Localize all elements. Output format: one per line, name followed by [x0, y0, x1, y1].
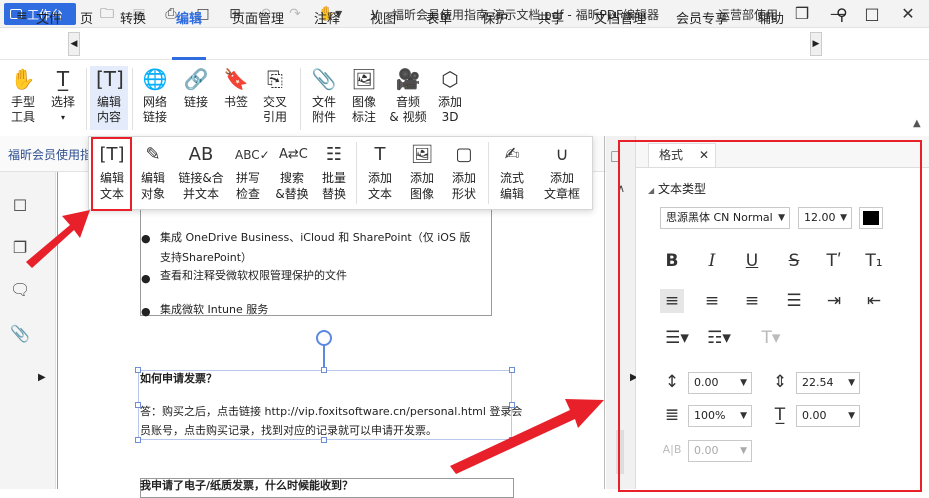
menu-assist[interactable]: 辅助 [758, 8, 784, 27]
doc-question-heading[interactable]: 我申请了电子/纸质发票，什么时候能收到？ [140, 476, 353, 496]
page-edge [57, 172, 58, 489]
menu-page-manage[interactable]: 页面管理 [232, 8, 284, 27]
audio-video-button[interactable]: 🎥 音频 & 视频 [386, 66, 430, 125]
edit-object-icon: ✎ [145, 144, 161, 165]
doc-bullet-line[interactable]: 集成 OneDrive Business、iCloud 和 SharePoint… [160, 228, 470, 248]
link-icon: 🔗 [183, 67, 209, 91]
add-3d-button[interactable]: ⬡ 添加 3D [432, 66, 468, 125]
attachments-panel-icon[interactable]: 📎 [10, 324, 30, 346]
add-text-button[interactable]: T 添加 文本 [362, 142, 398, 202]
link-merge-text-icon: AB [188, 144, 214, 165]
add-image-button[interactable]: 🖼 添加 图像 [402, 142, 442, 202]
bullet-icon: ● [141, 272, 151, 285]
menu-comment[interactable]: 注释 [314, 8, 340, 27]
resize-handle[interactable] [509, 437, 515, 443]
doc-question-heading[interactable]: 如何申请发票？ [140, 369, 217, 389]
bookmark-button[interactable]: 🔖 书签 [220, 66, 252, 110]
batch-replace-icon: ☷ [325, 144, 343, 165]
menu-share[interactable]: 共享 [538, 8, 564, 27]
resize-handle[interactable] [321, 367, 327, 373]
image-annotation-button[interactable]: 🖼 图像 标注 [346, 66, 382, 125]
web-link-icon: 🌐 [142, 67, 168, 91]
expand-panel-icon[interactable]: ▶ [38, 372, 46, 383]
select-cursor-icon: T̲ [56, 67, 70, 91]
doc-answer-line[interactable]: 员账号，点击购买记录，找到对应的记录就可以申请开发票。 [140, 421, 437, 441]
edit-object-button[interactable]: ✎ 编辑 对象 [134, 142, 172, 202]
hand-icon: ✋ [10, 67, 36, 91]
add-shape-icon: ▢ [455, 144, 473, 165]
doc-bullet-line[interactable]: 查看和注释受微软权限管理保护的文件 [160, 266, 347, 286]
popup-separator [488, 142, 489, 204]
doc-bullet-line[interactable]: 支持SharePoint） [160, 248, 252, 268]
menu-file[interactable]: 文件 [36, 8, 62, 27]
menu-scroll-right-icon[interactable]: ▶ [810, 32, 822, 56]
page-edge [604, 136, 605, 489]
bullet-icon: ● [141, 305, 151, 318]
redo-icon[interactable]: ↷ [286, 5, 304, 23]
document-tab[interactable]: 福昕会员使用指 [8, 146, 92, 163]
file-attachment-button[interactable]: 📎 文件 附件 [306, 66, 342, 125]
menu-bar [0, 28, 929, 60]
hand-tool-button[interactable]: ✋ 手型 工具 [6, 66, 40, 125]
menu-view[interactable]: 视图 [370, 8, 396, 27]
ribbon-separator [86, 68, 87, 130]
menu-form[interactable]: 表单 [426, 8, 452, 27]
add-article-box-button[interactable]: ∪ 添加 文章框 [540, 142, 584, 202]
image-annotation-icon: 🖼 [351, 67, 377, 91]
bullet-icon: ● [141, 232, 151, 245]
menu-page[interactable]: 页 [80, 8, 93, 27]
doc-answer-line[interactable]: 答：购买之后，点击链接 http://vip.foxitsoftware.cn/… [140, 402, 522, 422]
bookmark-panel-icon[interactable]: ☐ [10, 196, 30, 218]
select-button[interactable]: T̲ 选择 ▾ [46, 66, 80, 125]
pages-panel-icon[interactable]: ❐ [10, 238, 30, 260]
resize-handle[interactable] [509, 367, 515, 373]
doc-bullet-line[interactable]: 集成微软 Intune 服务 [160, 300, 268, 320]
link-button[interactable]: 🔗 链接 [180, 66, 212, 110]
restore-icon[interactable]: ❒ [790, 3, 814, 25]
batch-replace-button[interactable]: ☷ 批量 替换 [316, 142, 352, 202]
spell-check-icon: ABC✓ [235, 148, 270, 162]
audio-video-icon: 🎥 [395, 67, 421, 91]
maximize-button[interactable]: □ [860, 3, 884, 25]
add-article-box-icon: ∪ [555, 144, 569, 165]
search-replace-icon: A⇄C [279, 147, 308, 162]
add-3d-icon: ⬡ [441, 67, 459, 91]
menu-edit[interactable]: 编辑 [176, 8, 202, 27]
flow-edit-button[interactable]: ✍ 流式 编辑 [494, 142, 530, 202]
edit-content-icon: [T] [96, 67, 124, 91]
scroll-up-icon[interactable]: ▲ [913, 118, 921, 129]
search-replace-button[interactable]: A⇄C 搜索 &替换 [270, 142, 314, 202]
bookmark-icon: 🔖 [223, 67, 249, 91]
menu-member[interactable]: 会员专享 [676, 8, 728, 27]
spell-check-button[interactable]: ABC✓ 拼写 检查 [230, 142, 270, 202]
highlight-edit-text-box [91, 137, 132, 211]
comments-panel-icon[interactable]: 🗨 [10, 280, 30, 302]
popup-separator [356, 142, 357, 204]
menu-scroll-left-icon[interactable]: ◀ [68, 32, 80, 56]
menu-protect[interactable]: 保护 [482, 8, 508, 27]
cross-reference-button[interactable]: ⎘ 交叉 引用 [258, 66, 292, 125]
close-button[interactable]: ✕ [896, 3, 920, 25]
ribbon-separator [132, 68, 133, 130]
hamburger-icon[interactable]: ≡ [16, 8, 28, 24]
link-merge-text-button[interactable]: AB 链接&合 并文本 [176, 142, 226, 202]
cross-reference-icon: ⎘ [267, 67, 283, 91]
add-image-icon: 🖼 [410, 144, 434, 165]
rotate-handle-icon[interactable] [316, 330, 332, 346]
search-icon[interactable]: ⚲ [836, 5, 848, 24]
ribbon-separator [300, 68, 301, 130]
add-text-icon: T [374, 144, 386, 165]
menu-doc-manage[interactable]: 文档管理 [594, 8, 646, 27]
menu-convert[interactable]: 转换 [120, 8, 146, 27]
file-attachment-icon: 📎 [311, 67, 337, 91]
highlight-format-panel-box [618, 140, 922, 492]
open-folder-icon[interactable]: 🗀 [98, 5, 116, 23]
web-link-button[interactable]: 🌐 网络 链接 [136, 66, 174, 125]
add-shape-button[interactable]: ▢ 添加 形状 [444, 142, 484, 202]
edit-content-button[interactable]: [T] 编辑 内容 [90, 66, 128, 130]
flow-edit-icon: ✍ [504, 144, 520, 165]
